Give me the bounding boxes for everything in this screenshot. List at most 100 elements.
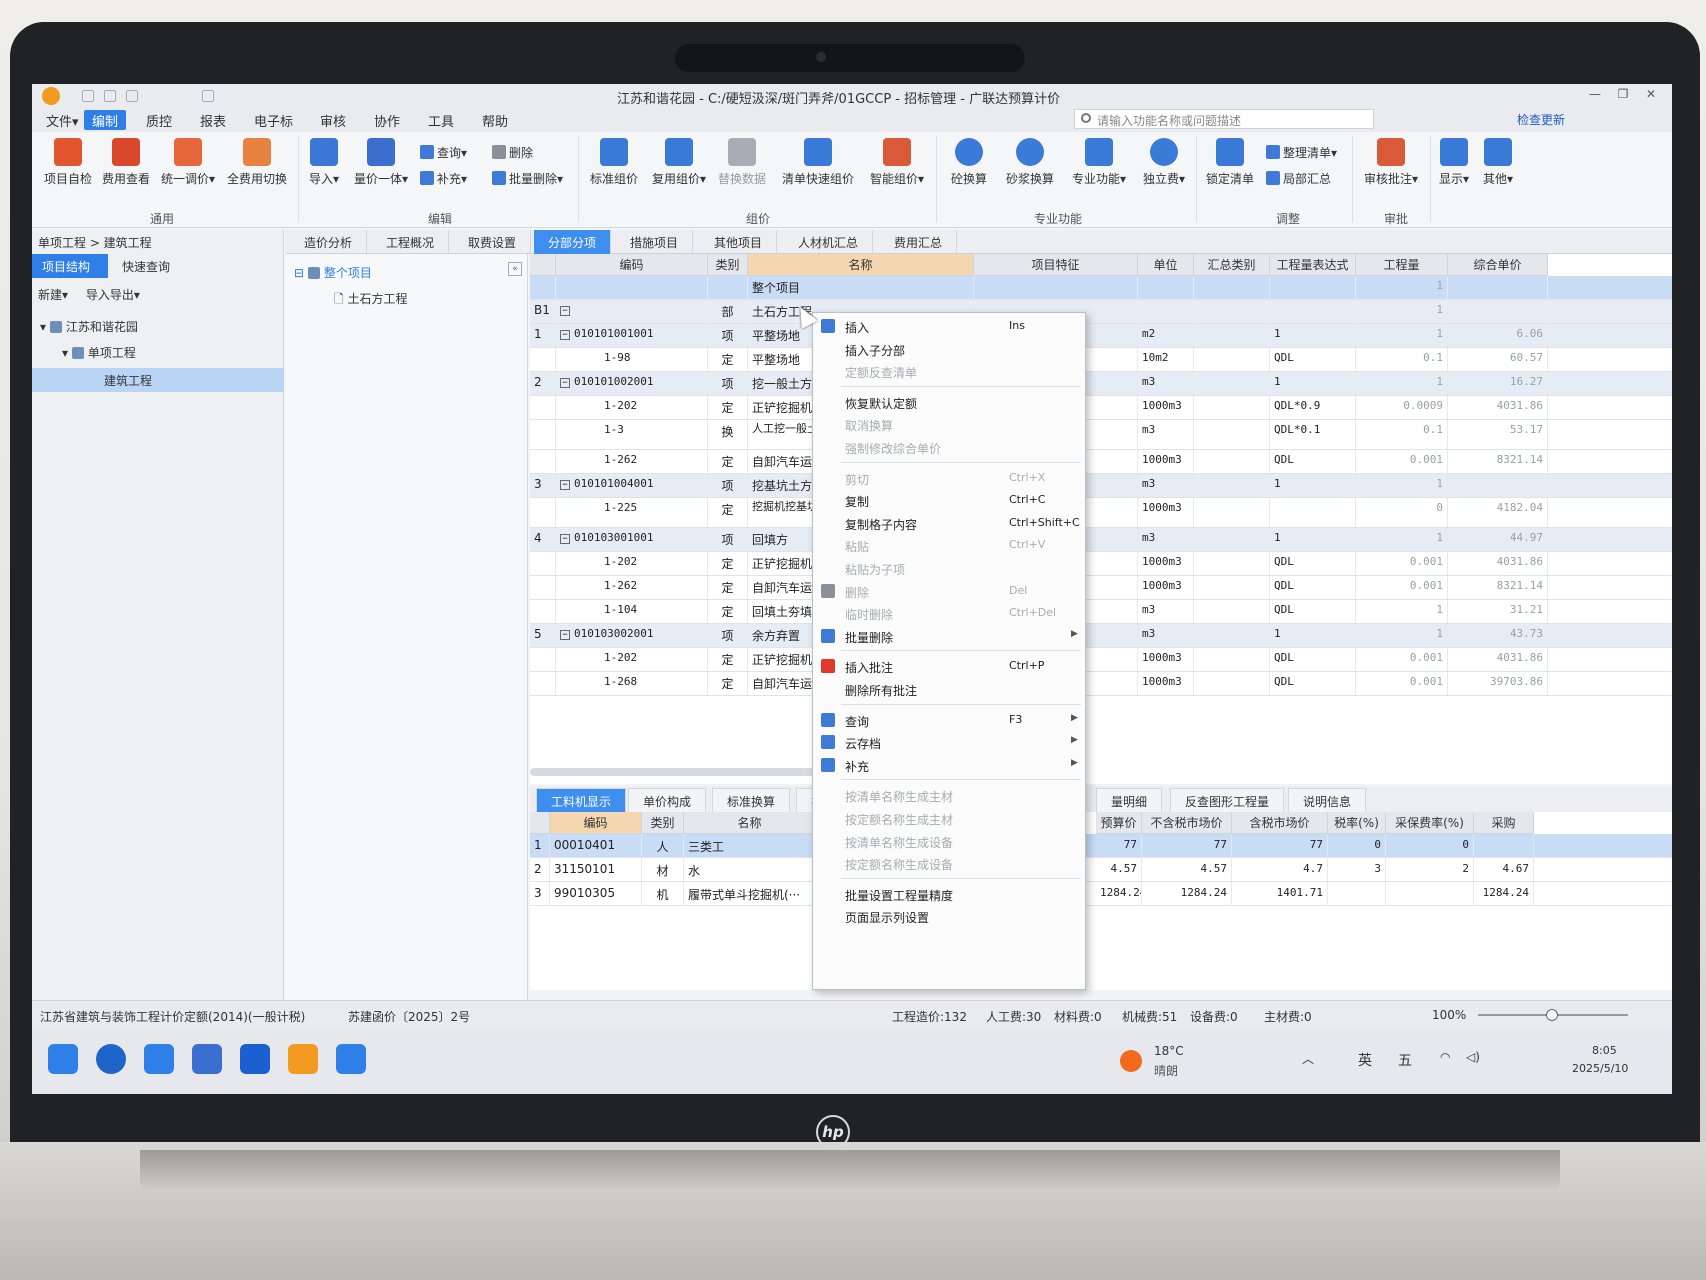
table-cell[interactable]: 31.21 <box>1448 600 1548 623</box>
wifi-icon[interactable]: ◠ <box>1440 1050 1450 1064</box>
context-menu-item[interactable]: 定额反查清单 <box>813 360 1085 382</box>
column-header[interactable]: 汇总类别 <box>1194 254 1270 276</box>
context-menu-item[interactable]: 页面显示列设置 <box>813 905 1085 927</box>
table-cell[interactable] <box>1194 276 1270 299</box>
zoom-slider-thumb[interactable] <box>1546 1009 1558 1021</box>
table-cell[interactable]: 定 <box>708 552 748 575</box>
tab-cost-analysis[interactable]: 造价分析 <box>290 230 368 254</box>
table-row[interactable]: 2 31150101 材水 4.57 4.57 4.7 3 2 4.67 <box>530 858 1672 882</box>
review-note-button[interactable]: 审核批注▾ <box>1358 138 1424 187</box>
table-cell[interactable]: 0 <box>1356 498 1448 527</box>
table-cell[interactable] <box>530 498 556 527</box>
tab-fee-settings[interactable]: 取费设置 <box>454 230 532 254</box>
context-menu-item[interactable]: 临时删除 Ctrl+Del <box>813 602 1085 624</box>
tree-item-earthwork[interactable]: 🗋 土石方工程 <box>334 290 407 311</box>
table-cell[interactable]: 1000m3 <box>1138 672 1194 695</box>
table-row[interactable]: 1-3换人工挖一般土方 坡、整平的土方工m3QDL*0.10.153.17 <box>530 420 1672 450</box>
ime-language[interactable]: 英 <box>1358 1050 1372 1070</box>
browser-icon[interactable] <box>96 1044 126 1074</box>
table-cell[interactable]: 2 <box>530 858 550 882</box>
table-cell[interactable] <box>1194 552 1270 575</box>
table-cell[interactable] <box>530 450 556 473</box>
table-row[interactable]: 1-225 定挖掘机挖基坑土 装车 1000m3 0 4182.04 <box>530 498 1672 528</box>
table-cell[interactable]: 16.27 <box>1448 372 1548 395</box>
table-cell[interactable]: 1 <box>1356 624 1448 647</box>
table-cell[interactable] <box>1194 528 1270 551</box>
table-cell[interactable]: 1-268 <box>556 672 708 695</box>
table-cell[interactable] <box>1270 276 1356 299</box>
table-cell[interactable]: 材 <box>642 858 684 882</box>
close-button[interactable]: ✕ <box>1638 87 1664 105</box>
table-cell[interactable]: 1000m3 <box>1138 396 1194 419</box>
table-cell[interactable]: 项 <box>708 324 748 347</box>
special-function-button[interactable]: 专业功能▾ <box>1064 138 1134 187</box>
column-header[interactable]: 项目特征 <box>974 254 1138 276</box>
minimize-button[interactable]: — <box>1582 87 1608 105</box>
table-cell[interactable]: m3 <box>1138 372 1194 395</box>
table-cell[interactable]: 部 <box>708 300 748 323</box>
table-cell[interactable]: 定 <box>708 648 748 671</box>
tab-labor-material[interactable]: 工料机显示 <box>536 788 627 812</box>
table-cell[interactable]: 1000m3 <box>1138 576 1194 599</box>
table-cell[interactable] <box>530 552 556 575</box>
table-cell[interactable]: 1 <box>1270 474 1356 497</box>
context-menu-item[interactable]: 插入批注 Ctrl+P <box>813 655 1085 677</box>
table-cell[interactable]: − <box>556 300 708 323</box>
table-cell[interactable]: 77 <box>1096 834 1142 858</box>
table-row[interactable]: 2 −010101002001 项 挖一般土方 m3 1 1 16.27 <box>530 372 1672 396</box>
table-cell[interactable]: 99010305 <box>550 882 642 906</box>
table-cell[interactable] <box>1448 300 1548 323</box>
column-header[interactable]: 名称 <box>684 812 816 834</box>
table-cell[interactable]: 1 <box>1356 600 1448 623</box>
table-cell[interactable] <box>556 276 708 299</box>
tab-quantity-detail[interactable]: 量明细 <box>1096 788 1163 812</box>
new-button[interactable]: 新建▾ <box>38 288 68 302</box>
context-menu-item[interactable]: 插入 Ins <box>813 315 1085 337</box>
table-cell[interactable]: 5 <box>530 624 556 647</box>
table-cell[interactable] <box>1194 498 1270 527</box>
standard-pricing-button[interactable]: 标准组价 <box>584 138 644 187</box>
independent-fee-button[interactable]: 独立费▾ <box>1136 138 1192 187</box>
context-menu-item[interactable]: 复制 Ctrl+C <box>813 489 1085 511</box>
table-cell[interactable]: 2 <box>530 372 556 395</box>
ime-mode[interactable]: 五 <box>1398 1050 1412 1070</box>
menu-collab[interactable]: 协作 <box>366 110 408 130</box>
table-cell[interactable]: −010103002001 <box>556 624 708 647</box>
expand-icon[interactable]: ▾ <box>40 320 50 334</box>
table-cell[interactable]: 77 <box>1232 834 1328 858</box>
table-row[interactable]: 3 99010305 机履带式单斗挖掘机(··· 1284.24 1284.24 1401… <box>530 882 1672 906</box>
menu-review[interactable]: 审核 <box>312 110 354 130</box>
table-cell[interactable]: 4.57 <box>1096 858 1142 882</box>
volume-icon[interactable]: ◁) <box>1466 1050 1480 1064</box>
column-header[interactable]: 税率(%) <box>1328 812 1386 834</box>
table-cell[interactable]: 1000m3 <box>1138 450 1194 473</box>
table-cell[interactable]: 定 <box>708 672 748 695</box>
column-header[interactable]: 单位 <box>1138 254 1194 276</box>
table-cell[interactable]: 定 <box>708 498 748 527</box>
table-cell[interactable] <box>530 396 556 419</box>
table-cell[interactable] <box>1448 276 1548 299</box>
table-row[interactable]: 1 00010401 人三类工 77 77 77 0 0 <box>530 834 1672 858</box>
display-button[interactable]: 显示▾ <box>1434 138 1474 187</box>
context-menu-item[interactable]: 批量删除 ▶ <box>813 625 1085 647</box>
column-header[interactable]: 类别 <box>642 812 684 834</box>
table-cell[interactable] <box>708 276 748 299</box>
table-row[interactable]: 4 −010103001001 项 回填方 m3 1 1 44.97 <box>530 528 1672 552</box>
lock-list-button[interactable]: 锁定清单 <box>1200 138 1260 187</box>
table-cell[interactable] <box>1194 648 1270 671</box>
table-cell[interactable] <box>974 276 1138 299</box>
quick-pricing-button[interactable]: 清单快速组价 <box>774 138 862 187</box>
table-cell[interactable] <box>1138 300 1194 323</box>
table-cell[interactable] <box>530 276 556 299</box>
organize-list-button[interactable]: 整理清单▾ <box>1266 144 1337 161</box>
tab-quick-query[interactable]: 快速查询 <box>112 254 192 278</box>
table-cell[interactable] <box>1194 672 1270 695</box>
table-cell[interactable] <box>1270 300 1356 323</box>
column-header[interactable]: 含税市场价 <box>1232 812 1328 834</box>
tree-item-project[interactable]: ▾ 江苏和谐花园 <box>40 318 138 335</box>
menu-tools[interactable]: 工具 <box>420 110 462 130</box>
table-cell[interactable] <box>1194 348 1270 371</box>
table-row[interactable]: 1-268 定自卸汽车运土运距 1000m3 QDL 0.001 39703.86 <box>530 672 1672 696</box>
table-cell[interactable]: 1 <box>1270 624 1356 647</box>
table-cell[interactable]: 2 <box>1386 858 1474 882</box>
